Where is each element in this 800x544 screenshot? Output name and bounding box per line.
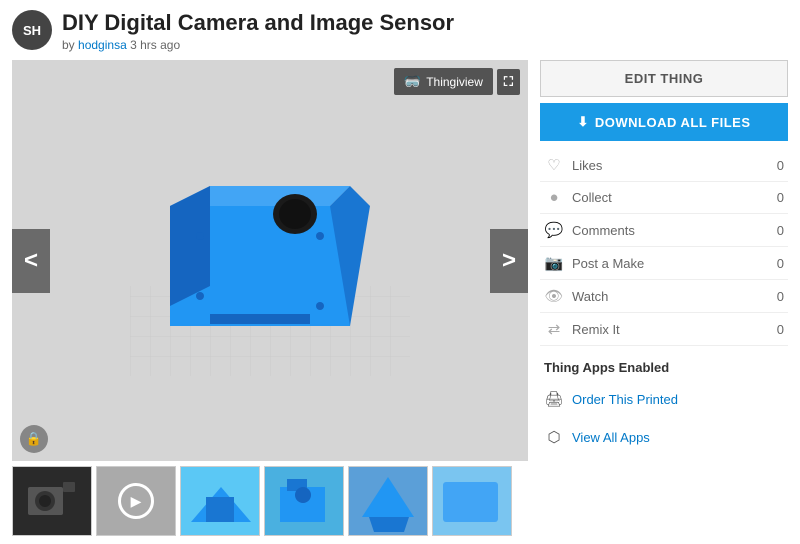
author-link[interactable]: hodginsa xyxy=(78,38,127,52)
thumbnail-3[interactable] xyxy=(264,466,344,536)
edit-thing-button[interactable]: EDIT THING xyxy=(540,60,788,97)
action-watch[interactable]: 👁 Watch 0 xyxy=(540,280,788,313)
app-order-printed[interactable]: 🖨 Order This Printed xyxy=(540,383,788,415)
heart-icon: ♡ xyxy=(544,156,564,174)
likes-label: Likes xyxy=(572,158,760,173)
byline-prefix: by xyxy=(62,38,75,52)
fullscreen-button[interactable]: ⛶ xyxy=(497,69,520,95)
download-button[interactable]: ⬇ DOWNLOAD ALL FILES xyxy=(540,103,788,141)
printer-icon: 🖨 xyxy=(544,390,564,408)
model-svg xyxy=(110,136,430,386)
watch-count: 0 xyxy=(768,289,784,304)
apps-icon: ⬡ xyxy=(544,428,564,446)
image-section: 🥽 Thingiview ⛶ < > xyxy=(12,60,528,536)
prev-arrow[interactable]: < xyxy=(12,229,50,293)
collect-label: Collect xyxy=(572,190,760,205)
site-logo: SH xyxy=(12,10,52,50)
action-comments[interactable]: 💬 Comments 0 xyxy=(540,214,788,247)
comments-label: Comments xyxy=(572,223,760,238)
lock-overlay: 🔒 xyxy=(20,425,48,453)
thumbnail-4[interactable] xyxy=(348,466,428,536)
order-printed-label: Order This Printed xyxy=(572,392,678,407)
thumbnail-0[interactable] xyxy=(12,466,92,536)
next-arrow[interactable]: > xyxy=(490,229,528,293)
viewer-container: 🥽 Thingiview ⛶ < > xyxy=(12,60,528,461)
model-scene xyxy=(12,60,528,461)
thumbnail-1[interactable]: ▶ xyxy=(96,466,176,536)
watch-label: Watch xyxy=(572,289,760,304)
comment-icon: 💬 xyxy=(544,221,564,239)
action-remix[interactable]: ⇄ Remix It 0 xyxy=(540,313,788,346)
remix-count: 0 xyxy=(768,322,784,337)
collect-count: 0 xyxy=(768,190,784,205)
remix-icon: ⇄ xyxy=(544,320,564,338)
action-post-make[interactable]: 📷 Post a Make 0 xyxy=(540,247,788,280)
action-likes[interactable]: ♡ Likes 0 xyxy=(540,149,788,182)
thumbnail-5[interactable] xyxy=(432,466,512,536)
fullscreen-icon: ⛶ xyxy=(504,74,513,89)
play-button-icon: ▶ xyxy=(118,483,154,519)
app-view-all-apps[interactable]: ⬡ View All Apps xyxy=(540,421,788,453)
action-collect[interactable]: ● Collect 0 xyxy=(540,182,788,214)
byline: by hodginsa 3 hrs ago xyxy=(62,38,454,52)
download-icon: ⬇ xyxy=(577,114,588,130)
thingiview-button[interactable]: 🥽 Thingiview xyxy=(394,68,493,95)
remix-label: Remix It xyxy=(572,322,760,337)
action-list: ♡ Likes 0 ● Collect 0 💬 Comments 0 📷 Pos… xyxy=(540,149,788,346)
post-make-label: Post a Make xyxy=(572,256,760,271)
camera-icon: 📷 xyxy=(544,254,564,272)
thumbnail-2[interactable] xyxy=(180,466,260,536)
viewer-toolbar: 🥽 Thingiview ⛶ xyxy=(394,68,520,95)
comments-count: 0 xyxy=(768,223,784,238)
thumbnails-strip: ▶ xyxy=(12,466,528,536)
post-make-count: 0 xyxy=(768,256,784,271)
lock-icon: 🔒 xyxy=(26,431,42,447)
page-title: DIY Digital Camera and Image Sensor xyxy=(62,10,454,36)
sidebar: EDIT THING ⬇ DOWNLOAD ALL FILES ♡ Likes … xyxy=(540,60,788,536)
likes-count: 0 xyxy=(768,158,784,173)
post-time: 3 hrs ago xyxy=(130,38,180,52)
view-all-apps-label: View All Apps xyxy=(572,430,650,445)
eye-icon: 👁 xyxy=(544,287,564,305)
collect-icon: ● xyxy=(544,189,564,206)
thing-apps-header: Thing Apps Enabled xyxy=(540,358,788,377)
main-content: 🥽 Thingiview ⛶ < > xyxy=(12,60,788,536)
glasses-icon: 🥽 xyxy=(404,73,421,90)
page-header: SH DIY Digital Camera and Image Sensor b… xyxy=(12,10,788,52)
